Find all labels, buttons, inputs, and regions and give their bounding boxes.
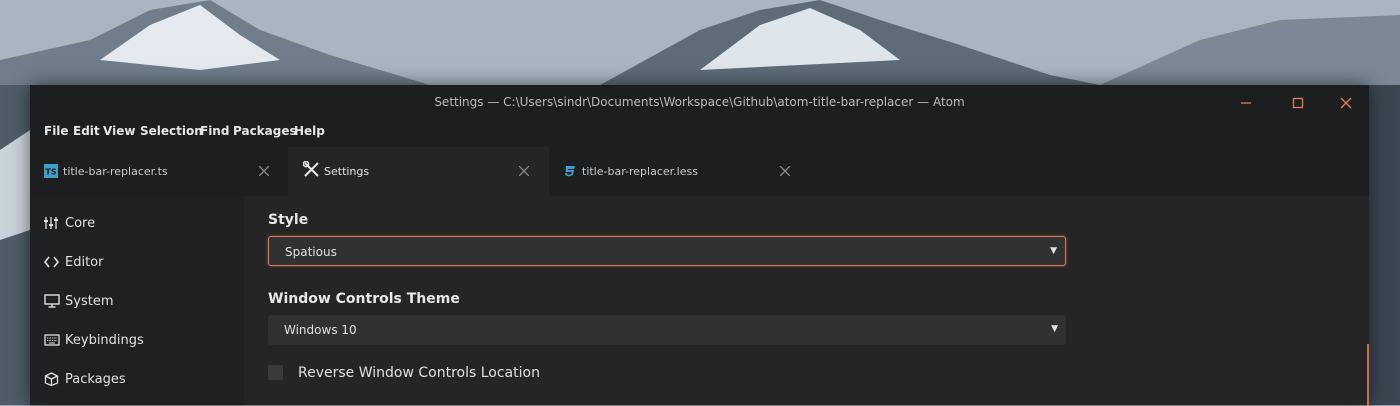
sidebar-item-label: Packages <box>65 372 126 387</box>
code-icon <box>44 256 59 268</box>
tab-title-bar-replacer-less[interactable]: title-bar-replacer.less <box>549 147 807 196</box>
settings-sidebar: Core Editor System Keybindings Packages <box>30 196 244 405</box>
window-controls-theme-value: Windows 10 <box>284 323 357 337</box>
style-setting-title: Style <box>268 212 309 228</box>
tab-settings[interactable]: Settings <box>288 147 549 196</box>
tab-bar: TS title-bar-replacer.ts Settings title-… <box>30 147 1369 196</box>
close-icon[interactable] <box>259 166 269 176</box>
svg-text:TS: TS <box>45 168 56 177</box>
title-bar: Settings — C:\Users\sindr\Documents\Work… <box>30 85 1369 119</box>
style-select-value: Spatious <box>285 245 337 259</box>
css-file-icon <box>565 166 575 177</box>
package-icon <box>44 372 59 386</box>
window-controls-theme-title: Window Controls Theme <box>268 291 460 307</box>
minimize-icon <box>1241 102 1251 104</box>
tab-label: title-bar-replacer.ts <box>63 165 168 178</box>
style-select[interactable]: Spatious ▼ <box>268 236 1066 266</box>
close-button[interactable] <box>1323 89 1369 117</box>
chevron-down-icon: ▼ <box>1050 246 1057 256</box>
close-icon[interactable] <box>519 166 529 176</box>
menu-selection[interactable]: Selection <box>140 124 203 138</box>
monitor-icon <box>44 294 60 308</box>
reverse-controls-label[interactable]: Reverse Window Controls Location <box>298 365 540 381</box>
maximize-button[interactable] <box>1275 89 1321 117</box>
window-title: Settings — C:\Users\sindr\Documents\Work… <box>434 95 965 109</box>
menu-bar: File Edit View Selection Find Packages H… <box>30 119 1369 147</box>
close-icon[interactable] <box>780 166 790 176</box>
minimize-button[interactable] <box>1223 89 1269 117</box>
menu-packages[interactable]: Packages <box>233 124 297 138</box>
tab-title-bar-replacer-ts[interactable]: TS title-bar-replacer.ts <box>30 147 288 196</box>
scrollbar[interactable] <box>1367 344 1369 406</box>
menu-edit[interactable]: Edit <box>73 124 100 138</box>
typescript-file-icon: TS <box>44 164 58 178</box>
menu-help[interactable]: Help <box>294 124 325 138</box>
atom-window: Settings — C:\Users\sindr\Documents\Work… <box>30 85 1369 406</box>
sidebar-item-label: Keybindings <box>65 333 144 348</box>
menu-file[interactable]: File <box>44 124 69 138</box>
sidebar-item-label: System <box>65 294 114 309</box>
menu-find[interactable]: Find <box>200 124 229 138</box>
tab-label: title-bar-replacer.less <box>582 165 698 178</box>
close-icon <box>1340 97 1352 109</box>
tools-icon <box>303 161 319 177</box>
chevron-down-icon: ▼ <box>1051 324 1058 334</box>
sidebar-item-label: Core <box>65 216 96 231</box>
settings-panel: Style Spatious ▼ Window Controls Theme W… <box>244 196 1369 406</box>
reverse-controls-checkbox[interactable] <box>268 365 283 380</box>
sliders-icon <box>44 217 58 229</box>
tab-label: Settings <box>324 165 370 178</box>
keyboard-icon <box>44 334 60 346</box>
sidebar-item-label: Editor <box>65 255 104 270</box>
menu-view[interactable]: View <box>103 124 135 138</box>
maximize-icon <box>1292 97 1304 109</box>
window-controls-theme-select[interactable]: Windows 10 ▼ <box>268 315 1066 345</box>
